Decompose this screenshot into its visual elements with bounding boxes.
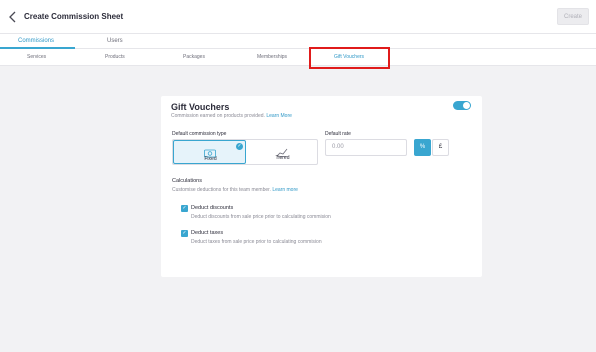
deduct-discounts-label: Deduct discounts [191,205,234,211]
card-title: Gift Vouchers [171,102,230,112]
default-rate-label: Default rate [325,131,351,137]
deduct-taxes-description: Deduct taxes from sale price prior to ca… [191,239,322,245]
tiered-chart-icon [276,144,288,157]
highlight-annotation-box [309,47,390,69]
calculations-learn-more-link[interactable]: Learn more [272,187,298,193]
back-chevron-icon[interactable] [7,10,19,24]
card-subtitle-text: Commission earned on products provided. [171,113,265,119]
deduct-discounts-checkbox[interactable]: ✓ [181,205,188,212]
fixed-option[interactable]: Fixed ✓ [173,140,246,164]
main-tabs: Commissions Users [0,34,596,49]
cash-icon [204,145,216,158]
page-title: Create Commission Sheet [24,12,124,21]
card-subtitle: Commission earned on products provided. … [171,113,292,119]
commission-type-selector: Fixed ✓ Tiered [172,139,318,165]
gift-vouchers-card: Gift Vouchers Commission earned on produ… [161,96,482,277]
subtab-products[interactable]: Products [105,54,125,60]
commission-type-label: Default commission type [172,131,227,137]
deduct-taxes-label: Deduct taxes [191,230,224,236]
create-button[interactable]: Create [557,8,589,25]
tab-commissions[interactable]: Commissions [18,38,54,44]
calculations-subtitle-text: Customise deductions for this team membe… [172,187,271,193]
tiered-label: Tiered [275,155,290,161]
learn-more-link[interactable]: Learn More [266,113,292,119]
top-bar: Create Commission Sheet Create [0,0,596,34]
deduct-discounts-description: Deduct discounts from sale price prior t… [191,214,331,220]
calculations-title: Calculations [172,178,202,184]
tab-users[interactable]: Users [107,38,123,44]
enable-toggle[interactable] [453,101,471,110]
toggle-knob [463,102,470,109]
selected-check-icon: ✓ [236,143,243,150]
calculations-subtitle: Customise deductions for this team membe… [172,187,298,193]
subtab-services[interactable]: Services [27,54,46,60]
currency-unit-button[interactable]: £ [432,139,449,156]
percent-unit-button[interactable]: % [414,139,431,156]
fixed-label: Fixed [204,156,217,162]
subtab-memberships[interactable]: Memberships [257,54,287,60]
default-rate-input[interactable]: 0.00 [325,139,407,156]
tiered-option[interactable]: Tiered [246,140,319,164]
subtab-packages[interactable]: Packages [183,54,205,60]
deduct-taxes-checkbox[interactable]: ✓ [181,230,188,237]
sub-tabs: Services Products Packages Memberships G… [0,49,596,66]
